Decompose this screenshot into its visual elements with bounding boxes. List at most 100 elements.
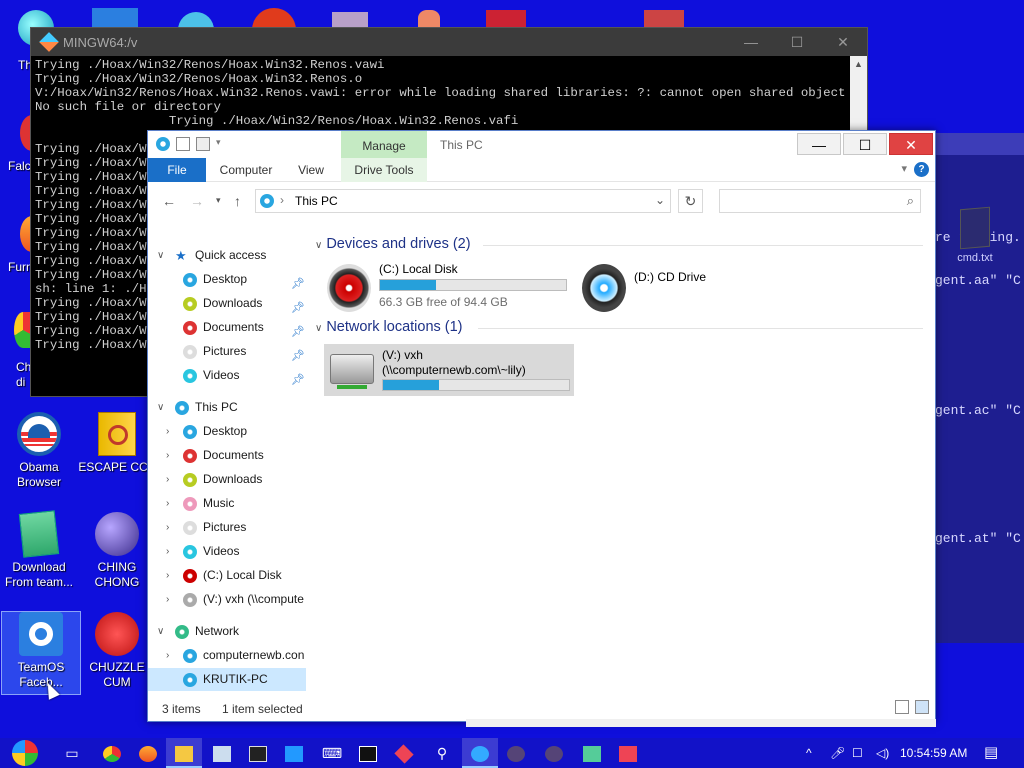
search-icon[interactable]: ⌕ [907, 193, 914, 209]
tab-manage[interactable]: Manage [341, 139, 427, 153]
chrome-icon[interactable] [94, 738, 130, 768]
nav-item[interactable]: › Downloads [148, 468, 306, 491]
bomb-icon[interactable] [498, 738, 534, 768]
file-explorer-window[interactable]: ▾ Manage This PC — ☐ ✕ File Computer Vie… [147, 130, 936, 727]
refresh-button[interactable]: ↻ [678, 189, 703, 213]
nav-item[interactable]: › computernewb.con [148, 644, 306, 667]
title-bar[interactable]: ▾ Manage This PC — ☐ ✕ [148, 131, 935, 158]
nav-item[interactable]: › Documents [148, 444, 306, 467]
network-icon[interactable]: ☐ [852, 738, 863, 768]
nav-item[interactable]: Downloads 📌︎ [148, 292, 306, 315]
minimize-button[interactable]: — [797, 133, 841, 155]
chevron-down-icon[interactable]: ∨ [157, 396, 164, 419]
customize-arrow-icon[interactable]: ▾ [216, 137, 224, 151]
tab-view[interactable]: View [288, 158, 334, 182]
recent-locations-icon[interactable]: ▾ [216, 195, 221, 206]
chevron-down-icon[interactable]: ⌄ [655, 193, 665, 207]
close-button[interactable]: ✕ [820, 28, 866, 56]
chevron-right-icon[interactable]: › [166, 588, 169, 611]
start-button[interactable] [4, 738, 46, 768]
desktop-icon-teamos[interactable]: TeamOS Faceb... [1, 611, 81, 695]
chevron-right-icon[interactable]: › [166, 564, 169, 587]
drive-d[interactable]: (D:) CD Drive [576, 262, 746, 312]
tab-computer[interactable]: Computer [214, 158, 278, 182]
7zip-icon[interactable] [350, 738, 386, 768]
chevron-right-icon[interactable]: › [166, 492, 169, 515]
address-bar[interactable]: › This PC ⌄ [255, 189, 671, 213]
nav-item[interactable]: › Videos [148, 540, 306, 563]
internet-explorer-icon[interactable] [462, 738, 498, 768]
breadcrumb[interactable]: This PC [295, 194, 338, 208]
title-bar[interactable]: MINGW64:/v — ☐ ✕ [31, 28, 867, 56]
nav-section-header[interactable]: ∨ Network [148, 620, 306, 643]
new-folder-icon[interactable] [196, 137, 210, 151]
chevron-right-icon[interactable]: › [166, 516, 169, 539]
maximize-button[interactable]: ☐ [843, 133, 887, 155]
tab-file[interactable]: File [148, 158, 206, 182]
notepad-icon[interactable] [574, 738, 610, 768]
git-icon[interactable] [386, 738, 422, 768]
nav-section-header[interactable]: ∨ This PC [148, 396, 306, 419]
chevron-down-icon[interactable]: ∨ [315, 240, 322, 251]
horizontal-scrollbar[interactable] [466, 719, 936, 727]
volume-icon[interactable]: ◁) [876, 738, 889, 768]
nav-item[interactable]: KRUTIK-PC [148, 668, 306, 691]
file-explorer-icon[interactable] [166, 738, 202, 768]
desktop-icon-escape-ccp[interactable]: ESCAPE CCP [78, 412, 156, 475]
chevron-down-icon[interactable]: ∨ [315, 323, 322, 334]
desktop-icon-cmd-file[interactable]: cmd.txt [950, 206, 1000, 264]
pin-icon[interactable]: 📌︎ [291, 369, 305, 392]
network-drive-v[interactable]: (V:) vxh (\\computernewb.com\~lily) [324, 344, 574, 396]
close-button[interactable]: ✕ [889, 133, 933, 155]
keyboard-icon[interactable]: ⌨ [314, 738, 350, 768]
firefox-icon[interactable] [130, 738, 166, 768]
bomb-app-icon[interactable] [536, 738, 572, 768]
nav-section-header[interactable]: ∨ ★ Quick access [148, 244, 306, 267]
properties-icon[interactable] [176, 137, 190, 151]
nav-item[interactable]: Videos 📌︎ [148, 364, 306, 387]
show-hidden-icons-icon[interactable]: ^ [806, 738, 812, 768]
group-header-devices[interactable]: ∨ Devices and drives (2) [315, 236, 471, 252]
details-view-icon[interactable] [895, 700, 909, 714]
gift-icon[interactable] [610, 738, 646, 768]
nav-item[interactable]: › Music [148, 492, 306, 515]
chevron-right-icon[interactable]: › [166, 420, 169, 443]
start-menu-tiles-icon[interactable] [276, 738, 312, 768]
nav-item[interactable]: Pictures 📌︎ [148, 340, 306, 363]
search-input[interactable]: ⌕ [719, 189, 921, 213]
desktop-icon-ching-chong[interactable]: CHING CHONG [78, 512, 156, 590]
notifications-icon[interactable]: ▤ [984, 738, 998, 768]
chevron-right-icon[interactable]: › [166, 468, 169, 491]
nav-item[interactable]: › Desktop [148, 420, 306, 443]
chevron-right-icon[interactable]: › [166, 644, 169, 667]
nav-item[interactable]: › (C:) Local Disk [148, 564, 306, 587]
group-header-network[interactable]: ∨ Network locations (1) [315, 319, 463, 335]
nav-item[interactable]: › (V:) vxh (\\compute [148, 588, 306, 611]
nav-item[interactable]: Desktop 📌︎ [148, 268, 306, 291]
help-icon[interactable]: ? [914, 162, 929, 177]
desktop-icon-obama-browser[interactable]: Obama Browser [0, 412, 78, 490]
large-icons-view-icon[interactable] [915, 700, 929, 714]
up-arrow-icon[interactable]: ↑ [234, 193, 241, 209]
chevron-right-icon[interactable]: › [166, 540, 169, 563]
forward-arrow-icon[interactable]: → [190, 193, 204, 209]
chevron-down-icon[interactable]: ∨ [157, 244, 164, 267]
desktop-icon-download[interactable]: Download From team... [0, 510, 78, 590]
network-manager-icon[interactable] [204, 738, 240, 768]
desktop-icon-chuzzle[interactable]: CHUZZLE CUM [78, 612, 156, 690]
expand-ribbon-icon[interactable]: ▾ [901, 162, 907, 175]
microphone-icon[interactable]: 🎤︎ [830, 738, 845, 768]
terminal-icon[interactable] [240, 738, 276, 768]
back-arrow-icon[interactable]: ← [162, 193, 176, 209]
chevron-right-icon[interactable]: › [166, 444, 169, 467]
content-pane[interactable]: ∨ Devices and drives (2) (C:) Local Disk … [313, 232, 935, 697]
tab-drive-tools[interactable]: Drive Tools [341, 158, 427, 182]
scroll-up-icon[interactable]: ▲ [850, 56, 867, 73]
navigation-pane[interactable]: ∨ ★ Quick access Desktop 📌︎ Downloads 📌︎ Docume… [148, 244, 308, 697]
minimize-button[interactable]: — [728, 28, 774, 56]
drive-c[interactable]: (C:) Local Disk 66.3 GB free of 94.4 GB [321, 262, 571, 312]
maximize-button[interactable]: ☐ [774, 28, 820, 56]
task-view-icon[interactable]: ▭ [54, 738, 90, 768]
breadcrumb-chevron-icon[interactable]: › [280, 193, 284, 207]
nav-item[interactable]: Documents 📌︎ [148, 316, 306, 339]
